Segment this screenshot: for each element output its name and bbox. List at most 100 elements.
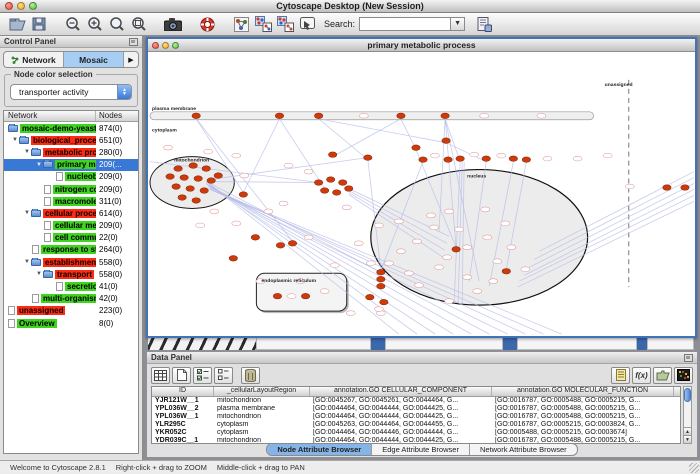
node-color-dropdown[interactable]: transporter activity ▲▼ — [10, 84, 132, 100]
node-label-oval[interactable] — [354, 241, 363, 246]
tree-row-unassigned[interactable]: unassigned223(0) — [4, 305, 138, 317]
attribute-list-button[interactable] — [214, 367, 233, 384]
network-node[interactable] — [276, 243, 284, 249]
scrollbar-thumb[interactable] — [684, 388, 691, 402]
node-label-oval[interactable] — [232, 153, 241, 158]
node-label-oval[interactable] — [481, 207, 490, 212]
tree-expand-arrow[interactable]: ▼ — [36, 271, 42, 277]
network-node[interactable] — [200, 188, 208, 194]
network-node[interactable] — [441, 113, 449, 119]
node-label-oval[interactable] — [431, 153, 440, 158]
node-label-oval[interactable] — [443, 255, 452, 260]
node-label-oval[interactable] — [493, 259, 502, 264]
float-panel-icon[interactable] — [129, 38, 138, 46]
node-label-oval[interactable] — [366, 261, 375, 266]
tree-row-macromolecule[interactable]: macromolecule311(0) — [4, 195, 138, 207]
data-panel-float-icon[interactable] — [684, 354, 693, 362]
snapshot-button[interactable] — [162, 14, 184, 34]
node-label-oval[interactable] — [537, 113, 546, 118]
node-label-oval[interactable] — [264, 209, 273, 214]
node-label-oval[interactable] — [396, 249, 405, 254]
attribute-batch-editor-button[interactable] — [193, 367, 212, 384]
node-label-oval[interactable] — [445, 299, 454, 304]
table-column-header[interactable]: ID — [152, 387, 214, 396]
import-attributes-button[interactable] — [653, 367, 672, 384]
attribute-editor-button[interactable] — [611, 367, 630, 384]
network-window-titlebar[interactable]: primary metabolic process — [148, 39, 695, 52]
network-canvas[interactable]: plasma membranecytoplasmmitochondrionnuc… — [148, 52, 695, 336]
background-window-thumbnail[interactable] — [517, 336, 637, 350]
zoom-out-button[interactable] — [62, 14, 84, 34]
tab-network-attribute-browser[interactable]: Network Attribute Browser — [470, 444, 577, 455]
node-label-oval[interactable] — [521, 267, 530, 272]
tree-row-overview[interactable]: Overview8(0) — [4, 317, 138, 329]
table-cell[interactable]: [GO:0016787, GO:0005488, GO:0005215, G..… — [492, 405, 674, 412]
network-node[interactable] — [166, 174, 174, 180]
node-label-oval[interactable] — [470, 152, 479, 157]
background-window-thumbnail[interactable] — [148, 336, 256, 350]
tab-network[interactable]: Network — [4, 52, 64, 67]
zoom-fit-button[interactable] — [128, 14, 150, 34]
tree-column-network[interactable]: Network — [4, 111, 96, 121]
function-builder-button[interactable]: f(x) — [632, 367, 651, 384]
tree-row-cellular-process[interactable]: ▼cellular process614(0) — [4, 207, 138, 219]
table-cell[interactable]: [GO:0045267, GO:0045261, GO:0044464, G..… — [310, 397, 492, 404]
scroll-down-button[interactable]: ▼ — [684, 435, 691, 443]
tab-mosaic[interactable]: Mosaic — [64, 52, 124, 67]
tree-row-metabolic-process[interactable]: ▼metabolic process280(0) — [4, 146, 138, 158]
network-node[interactable] — [412, 145, 420, 151]
network-node[interactable] — [229, 255, 237, 261]
new-network-from-selected-nodes-button[interactable] — [252, 14, 274, 34]
tree-row-mosaic-demo-yeast[interactable]: mosaic-demo-yeast874(0) — [4, 122, 138, 134]
network-node[interactable] — [239, 192, 247, 198]
node-label-oval[interactable] — [473, 289, 482, 294]
table-row-ykr052c[interactable]: YKR052Ccytoplasm[GO:0044464, GO:0044446,… — [152, 429, 680, 437]
tree-expand-arrow[interactable]: ▼ — [24, 259, 30, 265]
tree-row-nucleobase-[interactable]: nucleobase-209(0) — [4, 171, 138, 183]
node-label-oval[interactable] — [342, 205, 351, 210]
tree-row-nitrogen-compo[interactable]: nitrogen compo209(0) — [4, 183, 138, 195]
tree-row-cellular-metabol[interactable]: cellular metabol209(0) — [4, 220, 138, 232]
node-label-oval[interactable] — [374, 307, 383, 312]
network-node[interactable] — [332, 190, 340, 196]
new-network-from-selected-edges-button[interactable] — [274, 14, 296, 34]
network-node[interactable] — [207, 178, 215, 184]
network-node[interactable] — [482, 156, 490, 162]
network-node[interactable] — [320, 188, 328, 194]
select-attributes-button[interactable] — [151, 367, 170, 384]
node-label-oval[interactable] — [284, 163, 293, 168]
network-node[interactable] — [172, 184, 180, 190]
delete-attributes-button[interactable] — [241, 367, 260, 384]
tab-node-attribute-browser[interactable]: Node Attribute Browser — [267, 444, 372, 455]
node-label-oval[interactable] — [455, 227, 464, 232]
table-cell[interactable]: [GO:0016787, GO:0005215, GO:0003824, G..… — [492, 421, 674, 428]
node-label-oval[interactable] — [427, 213, 436, 218]
network-canvas-svg[interactable]: plasma membranecytoplasmmitochondrionnuc… — [148, 52, 695, 336]
table-cell[interactable]: YKR052C — [152, 429, 214, 436]
network-node[interactable] — [192, 198, 200, 204]
network-node[interactable] — [377, 283, 385, 289]
node-label-oval[interactable] — [483, 235, 492, 240]
tree-row-biological-process[interactable]: ▼biological_process651(0) — [4, 134, 138, 146]
table-cell[interactable]: YPL036W__1 — [152, 413, 214, 420]
annotation-button[interactable] — [296, 14, 318, 34]
save-button[interactable] — [28, 14, 50, 34]
background-window-thumbnail[interactable] — [385, 336, 503, 350]
table-row-ypl036w__2[interactable]: YPL036W__2plasma membrane[GO:0044464, GO… — [152, 405, 680, 413]
node-label-oval[interactable] — [445, 209, 454, 214]
network-node[interactable] — [178, 195, 186, 201]
node-label-oval[interactable] — [394, 219, 403, 224]
table-cell[interactable]: [GO:0005488, GO:0005215, GO:0003674] — [492, 429, 674, 436]
node-label-oval[interactable] — [543, 156, 552, 161]
tree-expand-arrow[interactable]: ▼ — [36, 162, 42, 168]
tree-column-nodes[interactable]: Nodes — [96, 111, 138, 121]
node-label-oval[interactable] — [463, 245, 472, 250]
background-window-edge[interactable] — [371, 336, 385, 350]
table-row-ypl036w__1[interactable]: YPL036W__1mitochondrion[GO:0044464, GO:0… — [152, 413, 680, 421]
network-node[interactable] — [301, 293, 309, 299]
network-node[interactable] — [377, 276, 385, 282]
node-label-oval[interactable] — [210, 209, 219, 214]
background-window-edge[interactable] — [637, 336, 647, 350]
node-label-oval[interactable] — [374, 223, 383, 228]
network-node[interactable] — [456, 156, 464, 162]
